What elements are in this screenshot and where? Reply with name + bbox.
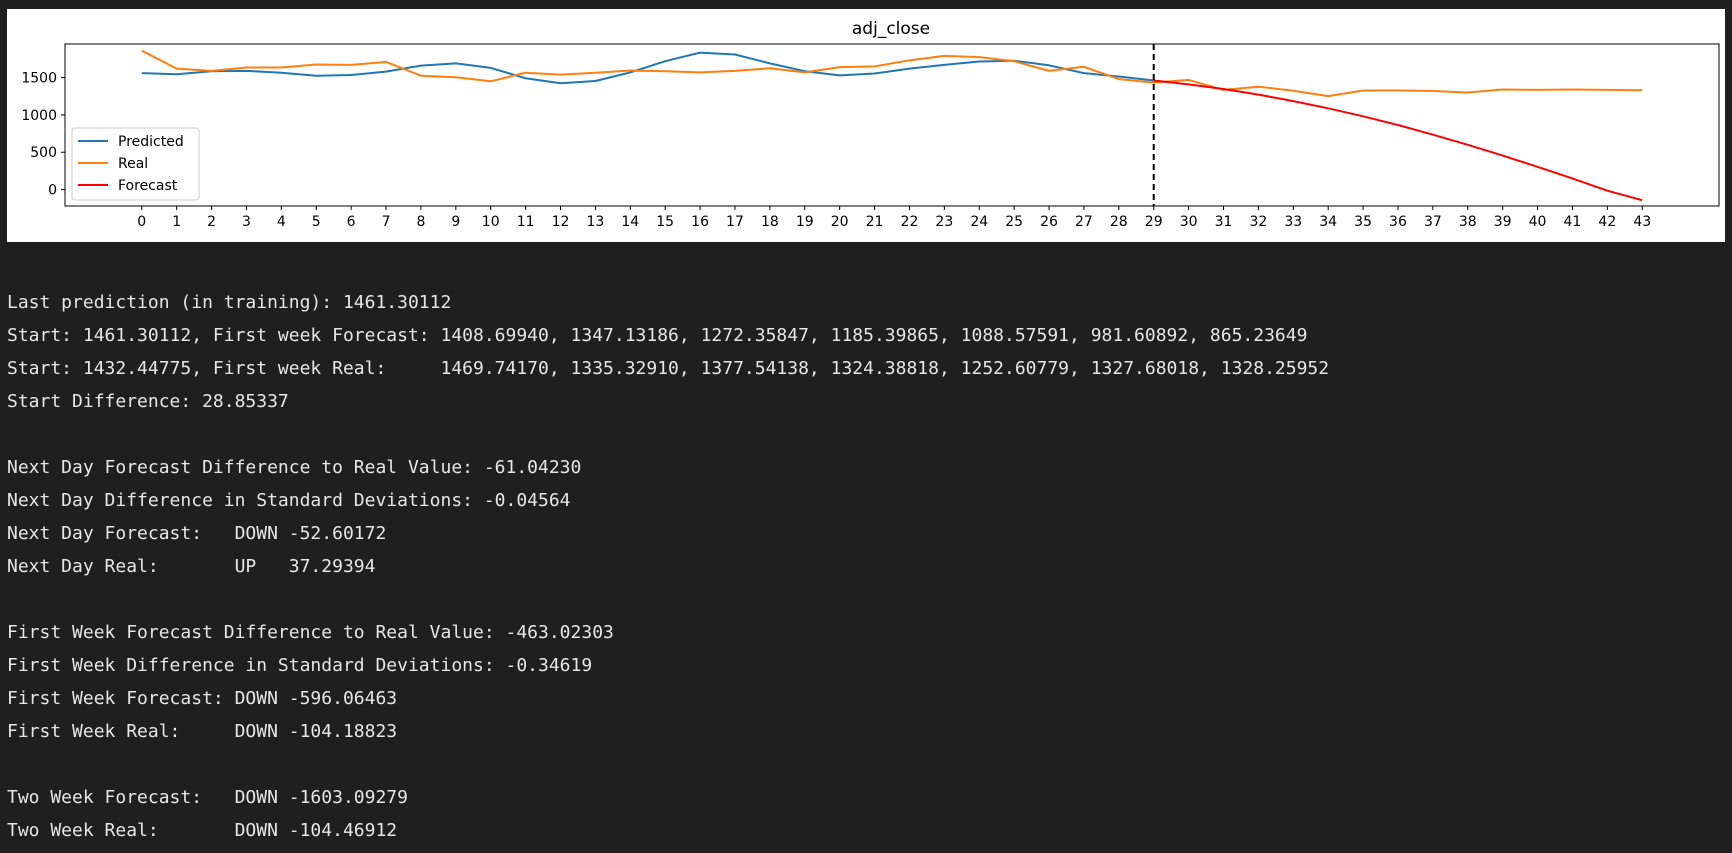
x-tick-label: 42: [1598, 214, 1616, 230]
series-lines: [141, 49, 1643, 202]
x-tick-label: 11: [517, 214, 535, 230]
output-line: Last prediction (in training): 1461.3011…: [7, 292, 452, 313]
x-axis: 0 1 2 3 4 5 6 7 8 9 10 11 12 13 14 15 16 17 18 19 20 21 22 23 24…: [137, 206, 1651, 230]
output-line: Two Week Real: DOWN -104.46912: [7, 820, 398, 841]
line-chart: adj_close 050010001500 0 1 2 3 4 5 6 7 8 9 10 11 12 1…: [21, 19, 1720, 230]
chart-title: adj_close: [852, 19, 930, 39]
x-tick-label: 24: [970, 214, 988, 230]
y-axis: 0 500 1000 1500: [21, 71, 65, 199]
y-tick-label: 1000: [21, 108, 57, 124]
x-tick-label: 25: [1005, 214, 1023, 230]
x-tick-label: 0: [137, 214, 146, 230]
output-line: First Week Forecast: DOWN -596.06463: [7, 688, 398, 709]
x-tick-label: 18: [761, 214, 779, 230]
x-tick-label: 10: [482, 214, 500, 230]
x-tick-label: 22: [901, 214, 919, 230]
console-output: Last prediction (in training): 1461.3011…: [7, 286, 1725, 847]
x-tick-label: 4: [277, 214, 286, 230]
x-tick-label: 14: [621, 214, 639, 230]
legend-label-forecast: Forecast: [118, 178, 178, 194]
x-tick-label: 27: [1075, 214, 1093, 230]
x-tick-label: 31: [1215, 214, 1233, 230]
output-line: Next Day Difference in Standard Deviatio…: [7, 490, 571, 511]
x-tick-label: 1: [172, 214, 181, 230]
x-tick-label: 36: [1389, 214, 1407, 230]
legend-label-real: Real: [118, 156, 148, 172]
output-line: First Week Real: DOWN -104.18823: [7, 721, 398, 742]
output-line: Next Day Real: UP 37.29394: [7, 556, 376, 577]
x-tick-label: 39: [1494, 214, 1512, 230]
y-tick-label: 500: [30, 145, 57, 161]
x-tick-label: 38: [1459, 214, 1477, 230]
x-tick-label: 17: [726, 214, 744, 230]
x-tick-label: 30: [1180, 214, 1198, 230]
y-tick-label: 0: [48, 183, 57, 199]
output-line: Start: 1432.44775, First week Real: 1469…: [7, 358, 1330, 379]
x-tick-label: 8: [416, 214, 425, 230]
x-tick-label: 15: [656, 214, 674, 230]
output-line: Next Day Forecast: DOWN -52.60172: [7, 523, 387, 544]
output-line: Start: 1461.30112, First week Forecast: …: [7, 325, 1308, 346]
output-line: Two Week Forecast: DOWN -1603.09279: [7, 787, 408, 808]
series-line-forecast: [1153, 79, 1643, 202]
x-tick-label: 20: [831, 214, 849, 230]
output-line: First Week Difference in Standard Deviat…: [7, 655, 593, 676]
plot-frame: [64, 43, 1720, 207]
series-line-predicted: [141, 51, 1154, 85]
x-tick-label: 33: [1284, 214, 1302, 230]
x-tick-label: 16: [691, 214, 709, 230]
x-tick-label: 35: [1354, 214, 1372, 230]
x-tick-label: 21: [866, 214, 884, 230]
output-line: Next Day Forecast Difference to Real Val…: [7, 457, 582, 478]
x-tick-label: 28: [1110, 214, 1128, 230]
x-tick-label: 43: [1633, 214, 1651, 230]
x-tick-label: 9: [451, 214, 460, 230]
output-line: Start Difference: 28.85337: [7, 391, 289, 412]
x-tick-label: 6: [347, 214, 356, 230]
x-tick-label: 2: [207, 214, 216, 230]
x-tick-label: 7: [382, 214, 391, 230]
x-tick-label: 5: [312, 214, 321, 230]
output-line: First Week Forecast Difference to Real V…: [7, 622, 614, 643]
x-tick-label: 37: [1424, 214, 1442, 230]
legend: Predicted Real Forecast: [71, 127, 200, 201]
x-tick-label: 19: [796, 214, 814, 230]
x-tick-label: 26: [1040, 214, 1058, 230]
x-tick-label: 40: [1529, 214, 1547, 230]
x-tick-label: 12: [552, 214, 570, 230]
chart-panel: adj_close 0 500 1000 1500 0 1 2 3 4 5 6 7 8 9 10 11 12 1…: [7, 9, 1725, 242]
x-tick-label: 41: [1564, 214, 1582, 230]
x-tick-label: 29: [1145, 214, 1163, 230]
x-tick-label: 3: [242, 214, 251, 230]
legend-label-predicted: Predicted: [118, 134, 184, 150]
x-tick-label: 34: [1319, 214, 1337, 230]
y-tick-label: 1500: [21, 71, 57, 87]
x-tick-label: 23: [935, 214, 953, 230]
x-tick-label: 32: [1249, 214, 1267, 230]
x-tick-label: 13: [586, 214, 604, 230]
